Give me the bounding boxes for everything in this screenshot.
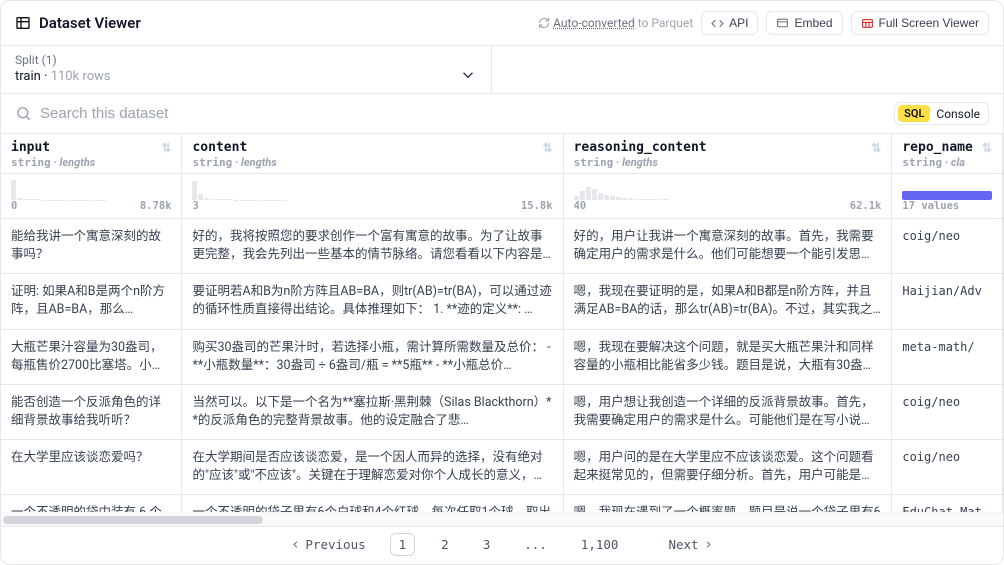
sort-icon[interactable]: ⇅ [982, 141, 992, 155]
cell-input: 在大学里应该谈恋爱吗？ [1, 440, 182, 495]
cell-repo: EduChat-Mat [892, 495, 1003, 512]
sort-icon[interactable]: ⇅ [161, 141, 171, 155]
cell-input: 证明: 如果A和B是两个n阶方阵，且AB=BA，那么… [1, 274, 182, 329]
split-value: train · 110k rows [15, 69, 111, 84]
cell-repo: Haijian/Adv [892, 274, 1003, 329]
pagination: Previous 123... 1,100 Next [1, 526, 1003, 564]
table-row[interactable]: 大瓶芒果汁容量为30盎司，每瓶售价2700比塞塔。小瓶容… 购买30盎司的芒果汁… [1, 329, 1003, 384]
code-icon [711, 17, 724, 30]
next-button[interactable]: Next [668, 537, 713, 552]
table-row[interactable]: 在大学里应该谈恋爱吗？ 在大学期间是否应该谈恋爱，是一个因人而异的选择，没有绝对… [1, 440, 1003, 495]
sql-console-button[interactable]: SQL Console [894, 102, 989, 125]
cell-input: 能给我讲一个寓意深刻的故事吗？ [1, 219, 182, 274]
page-1,100[interactable]: 1,100 [573, 534, 627, 555]
page-title: Dataset Viewer [39, 14, 141, 32]
table-row[interactable]: 能给我讲一个寓意深刻的故事吗？ 好的，我将按照您的要求创作一个富有寓意的故事。为… [1, 219, 1003, 274]
scrollbar-thumb[interactable] [3, 516, 263, 524]
auto-converted-text: Auto-converted to Parquet [538, 16, 693, 30]
cell-content: 好的，我将按照您的要求创作一个富有寓意的故事。为了让故事更完整，我会先列出一些基… [182, 219, 563, 274]
sort-icon[interactable]: ⇅ [871, 141, 881, 155]
horizontal-scrollbar[interactable] [1, 512, 1003, 526]
cell-content: 在大学期间是否应该谈恋爱，是一个因人而异的选择，没有绝对的"应该"或"不应该"。… [182, 440, 563, 495]
column-header-input[interactable]: input⇅ string · lengths [1, 134, 181, 173]
search-input[interactable] [40, 98, 894, 129]
split-label: Split (1) [15, 53, 111, 67]
header: Dataset Viewer Auto-converted to Parquet… [1, 1, 1003, 46]
page-2[interactable]: 2 [433, 534, 457, 555]
split-selector[interactable]: Split (1) train · 110k rows [1, 46, 491, 93]
column-header-content[interactable]: content⇅ string · lengths [182, 134, 562, 173]
chevron-down-icon [459, 66, 477, 84]
prev-button[interactable]: Previous [290, 537, 365, 552]
page-1[interactable]: 1 [390, 533, 416, 556]
column-header-reasoning_content[interactable]: reasoning_content⇅ string · lengths [564, 134, 892, 173]
cell-content: 一个不透明的袋子里有6个白球和4个红球，每次任取1个球，取出后 [182, 495, 563, 512]
cell-reasoning: 嗯，我现在遇到了一个概率题，题目是说一个袋子里有6个 [563, 495, 892, 512]
column-histogram[interactable]: 4062.1k [564, 174, 892, 218]
column-histogram[interactable]: 08.78k [1, 174, 181, 218]
cell-content: 当然可以。以下是一个名为**塞拉斯·黑荆棘（Silas Blackthorn）*… [182, 384, 563, 439]
cell-reasoning: 嗯，我现在要解决这个问题，就是买大瓶芒果汁和同样容量的小瓶相比能省多少钱。题目是… [563, 329, 892, 384]
page-...: ... [516, 534, 555, 555]
embed-button[interactable]: Embed [766, 11, 842, 35]
table-row[interactable]: 证明: 如果A和B是两个n阶方阵，且AB=BA，那么… 要证明若A和B为n阶方阵… [1, 274, 1003, 329]
cell-repo: coig/neo [892, 219, 1003, 274]
table-row[interactable]: 一个不透明的袋中装有 6 个白 一个不透明的袋子里有6个白球和4个红球，每次任取… [1, 495, 1003, 512]
fullscreen-button[interactable]: Full Screen Viewer [851, 11, 990, 35]
split-row: Split (1) train · 110k rows [1, 46, 1003, 94]
column-histogram[interactable]: 17 values [892, 174, 1002, 218]
table-row[interactable]: 能否创造一个反派角色的详细背景故事给我听听？ 当然可以。以下是一个名为**塞拉斯… [1, 384, 1003, 439]
search-icon [15, 105, 32, 122]
cell-content: 要证明若A和B为n阶方阵且AB=BA，则tr(AB)=tr(BA)，可以通过迹的… [182, 274, 563, 329]
page-3[interactable]: 3 [475, 534, 499, 555]
cell-input: 能否创造一个反派角色的详细背景故事给我听听？ [1, 384, 182, 439]
search-row: SQL Console [1, 94, 1003, 134]
cell-input: 大瓶芒果汁容量为30盎司，每瓶售价2700比塞塔。小瓶容… [1, 329, 182, 384]
embed-icon [776, 17, 789, 30]
cell-repo: coig/neo [892, 384, 1003, 439]
cell-reasoning: 好的，用户让我讲一个寓意深刻的故事。首先，我需要确定用户的需求是什么。他们可能想… [563, 219, 892, 274]
column-header-repo_name[interactable]: repo_name⇅ string · cla [892, 134, 1002, 173]
auto-converted-link[interactable]: Auto-converted [553, 16, 635, 30]
column-histogram[interactable]: 315.8k [182, 174, 562, 218]
sql-tag: SQL [898, 105, 930, 122]
cell-reasoning: 嗯，用户问的是在大学里应不应该谈恋爱。这个问题看起来挺常见的，但需要仔细分析。首… [563, 440, 892, 495]
cell-reasoning: 嗯，用户想让我创造一个详细的反派背景故事。首先，我需要确定用户的需求是什么。可能… [563, 384, 892, 439]
data-table-scroll[interactable]: input⇅ string · lengths content⇅ string … [1, 134, 1003, 512]
cell-repo: meta-math/ [892, 329, 1003, 384]
cell-content: 购买30盎司的芒果汁时，若选择小瓶，需计算所需数量及总价： - **小瓶数量**… [182, 329, 563, 384]
cell-repo: coig/neo [892, 440, 1003, 495]
table-icon [15, 15, 31, 31]
expand-icon [861, 17, 874, 30]
data-table: input⇅ string · lengths content⇅ string … [1, 134, 1003, 512]
cell-reasoning: 嗯，我现在要证明的是，如果A和B都是n阶方阵，并且满足AB=BA的话，那么tr(… [563, 274, 892, 329]
api-button[interactable]: API [701, 11, 758, 35]
cell-input: 一个不透明的袋中装有 6 个白 [1, 495, 182, 512]
sort-icon[interactable]: ⇅ [543, 141, 553, 155]
